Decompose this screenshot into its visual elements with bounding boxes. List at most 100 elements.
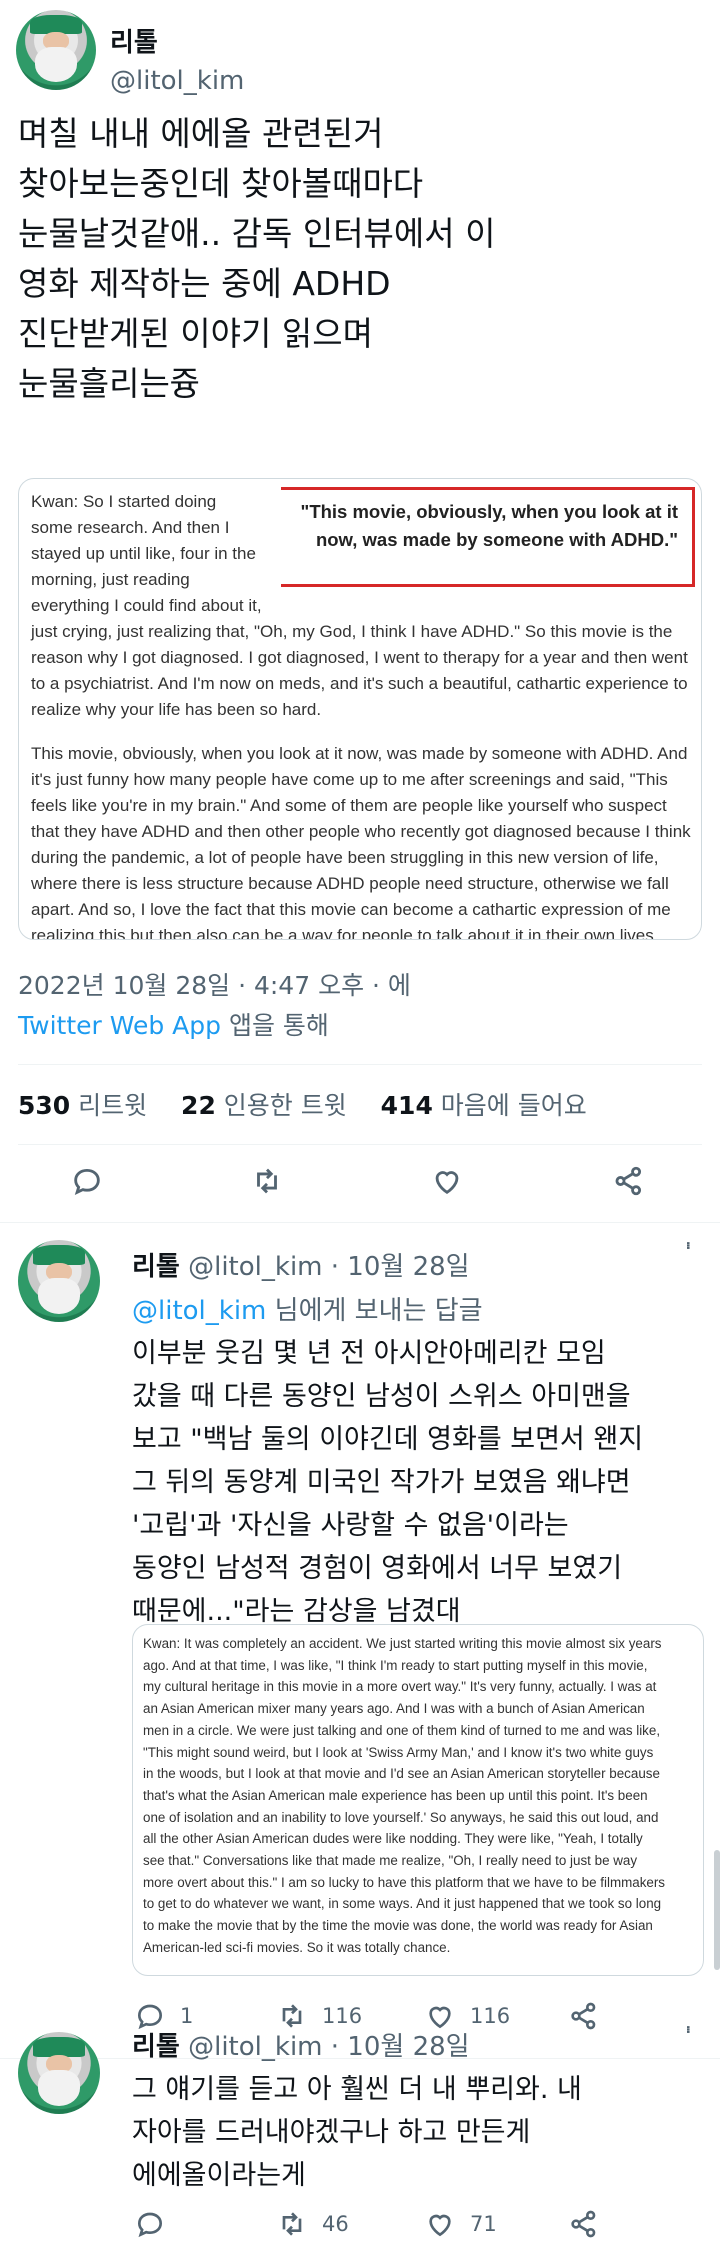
author-handle[interactable]: @litol_kim bbox=[110, 66, 244, 96]
like-count: 116 bbox=[470, 2004, 511, 2028]
image-text-line: feels like you're in my brain." And some… bbox=[31, 796, 667, 815]
share-button[interactable] bbox=[612, 1164, 652, 1204]
reply-image[interactable]: Kwan: It was completely an accident. We … bbox=[132, 1624, 704, 1976]
tweet-source: Twitter Web App 앱을 통해 bbox=[18, 1006, 329, 1042]
tweet-image[interactable]: Kwan: So I started doing some research. … bbox=[18, 478, 702, 940]
reply-text-line: 그 뒤의 동양계 미국인 작가가 보였음 왜냐면 bbox=[132, 1467, 631, 1498]
tweet-text-line: 진단받게된 이야기 읽으며 bbox=[18, 314, 373, 353]
divider bbox=[0, 1222, 720, 1223]
quotes-label: 인용한 트윗 bbox=[215, 1091, 347, 1120]
image-text-line: where there is less structure because AD… bbox=[31, 874, 669, 893]
avatar[interactable] bbox=[18, 2032, 100, 2114]
image-text-line: ago. And at that time, I was like, "I th… bbox=[143, 1657, 648, 1673]
pullquote-text: "This movie, obviously, when you look at… bbox=[300, 501, 678, 550]
scrollbar[interactable] bbox=[714, 1850, 720, 1970]
tweet-text: 며칠 내내 에에올 관련된거 찾아보는중인데 찾아볼때마다 눈물날것같애.. 감… bbox=[18, 110, 708, 410]
reply-header: 리톨 @litol_kim · 10월 28일 bbox=[132, 1246, 470, 1283]
replying-to-suffix: 님에게 보내는 답글 bbox=[266, 1296, 483, 1326]
image-text-line: This movie, obviously, when you look at … bbox=[31, 744, 688, 763]
reply-button[interactable] bbox=[70, 1164, 110, 1204]
avatar-hat bbox=[32, 2036, 86, 2057]
reply-header: 리톨 @litol_kim · 10월 28일 bbox=[132, 2026, 470, 2063]
pullquote-box: "This movie, obviously, when you look at… bbox=[281, 487, 695, 587]
reply-icon bbox=[137, 2212, 163, 2238]
like-button[interactable] bbox=[430, 1164, 470, 1204]
image-text-block: Kwan: It was completely an accident. We … bbox=[143, 1633, 699, 1959]
source-link[interactable]: Twitter Web App bbox=[18, 1011, 221, 1040]
reply-text-line: 자아를 드러내야겠구나 하고 만든게 bbox=[132, 2117, 531, 2148]
author-name[interactable]: 리톨 bbox=[132, 2032, 180, 2062]
retweet-count: 116 bbox=[322, 2004, 363, 2028]
share-button[interactable] bbox=[568, 2000, 600, 2032]
reply-date[interactable]: · 10월 28일 bbox=[323, 2032, 470, 2062]
reply-button[interactable] bbox=[134, 2208, 166, 2240]
replying-to: @litol_kim 님에게 보내는 답글 bbox=[132, 1290, 483, 1327]
retweet-button[interactable]: 46 bbox=[276, 2208, 349, 2240]
like-icon bbox=[429, 2214, 451, 2237]
reply-text-line: 보고 "백남 둘의 이야긴데 영화를 보면서 왠지 bbox=[132, 1424, 644, 1455]
image-text-line: during the pandemic, a lot of people hav… bbox=[31, 848, 659, 867]
tweet-text-line: 찾아보는중인데 찾아볼때마다 bbox=[18, 164, 424, 203]
author-name[interactable]: 리톨 bbox=[132, 1252, 180, 1282]
retweet-button[interactable] bbox=[250, 1164, 290, 1204]
share-icon bbox=[571, 2210, 596, 2238]
image-text-line: more overt about this." I am so lucky to… bbox=[143, 1874, 666, 1890]
image-text-line: American-led sci-fi movies. So it was to… bbox=[143, 1939, 451, 1955]
reply-count: 1 bbox=[180, 2004, 194, 2028]
author-name[interactable]: 리톨 bbox=[110, 22, 158, 59]
likes-stat[interactable]: 414 마음에 들어요 bbox=[381, 1091, 587, 1120]
share-icon bbox=[571, 2002, 596, 2030]
tweet-timestamp[interactable]: 2022년 10월 28일 · 4:47 오후 · 에 bbox=[18, 966, 411, 1002]
image-text-line: to get to do whatever we want, in some w… bbox=[143, 1896, 662, 1912]
avatar-beard bbox=[37, 1277, 81, 1314]
avatar-hat bbox=[30, 14, 82, 34]
image-text-line: apart. And so, I love the fact that this… bbox=[31, 900, 671, 919]
avatar-beard bbox=[37, 2069, 81, 2106]
retweet-count: 46 bbox=[322, 2212, 349, 2236]
tweet-stats: 530 리트윗 22 인용한 트윗 414 마음에 들어요 bbox=[18, 1086, 587, 1122]
avatar[interactable] bbox=[18, 1240, 100, 1322]
like-count: 71 bbox=[470, 2212, 497, 2236]
quotes-stat[interactable]: 22 인용한 트윗 bbox=[181, 1091, 347, 1120]
reply-text: 이부분 웃김 몇 년 전 아시안아메리칸 모임 갔을 때 다른 동양인 남성이 … bbox=[132, 1332, 707, 1633]
image-text-line: to a psychiatrist. And I'm now on meds, … bbox=[31, 674, 688, 693]
image-text-line: it's just funny how many people have com… bbox=[31, 770, 668, 789]
tweet-text-line: 며칠 내내 에에올 관련된거 bbox=[18, 114, 384, 153]
image-text-line: men in a circle. We were just talking an… bbox=[143, 1722, 661, 1738]
divider bbox=[18, 1144, 702, 1145]
image-text-line: an Asian American mixer many years ago. … bbox=[143, 1701, 645, 1717]
image-text-line: everything I could find about it, bbox=[31, 596, 262, 615]
reply-text-line: 동양인 남성적 경험이 영화에서 너무 보였기 bbox=[132, 1553, 623, 1584]
reply-date[interactable]: · 10월 28일 bbox=[323, 1252, 470, 1282]
reply-text-line: 그 얘기를 듣고 아 훨씬 더 내 뿌리와. 내 bbox=[132, 2074, 582, 2105]
share-icon bbox=[615, 1166, 642, 1196]
image-text-line: in the woods, but I look at that movie a… bbox=[143, 1766, 660, 1782]
retweets-label: 리트윗 bbox=[70, 1091, 148, 1120]
like-button[interactable]: 71 bbox=[424, 2208, 497, 2240]
likes-count: 414 bbox=[380, 1091, 433, 1120]
replying-to-handle[interactable]: @litol_kim bbox=[132, 1296, 266, 1326]
source-suffix: 앱을 통해 bbox=[221, 1011, 329, 1040]
reply-text-line: 에에올이라는게 bbox=[132, 2160, 306, 2191]
image-text-line: my cultural heritage in this movie in a … bbox=[143, 1679, 657, 1695]
avatar-hat bbox=[32, 1244, 86, 1265]
reply-text: 그 얘기를 듣고 아 훨씬 더 내 뿌리와. 내 자아를 드러내야겠구나 하고 … bbox=[132, 2068, 707, 2197]
reply-text-line: '고립'과 '자신을 사랑할 수 없음'이라는 bbox=[132, 1510, 569, 1541]
more-icon[interactable]: ··· bbox=[676, 1240, 700, 1247]
tweet-text-line: 눈물흘리는즁 bbox=[18, 364, 201, 403]
reply-text-line: 이부분 웃김 몇 년 전 아시안아메리칸 모임 bbox=[132, 1338, 606, 1369]
image-text-line: just crying, just realizing that, "Oh, m… bbox=[31, 622, 673, 641]
avatar-beard bbox=[35, 46, 77, 82]
image-text-line: all the other Asian American dudes were … bbox=[143, 1831, 643, 1847]
share-button[interactable] bbox=[568, 2208, 600, 2240]
more-icon[interactable]: ··· bbox=[676, 2024, 700, 2031]
author-handle[interactable]: @litol_kim bbox=[188, 1252, 322, 1282]
image-text-line: "This might sound weird, but I look at '… bbox=[143, 1744, 654, 1760]
retweets-stat[interactable]: 530 리트윗 bbox=[18, 1091, 147, 1120]
quotes-count: 22 bbox=[181, 1091, 216, 1120]
reply-text-line: 갔을 때 다른 동양인 남성이 스위스 아미맨을 bbox=[132, 1381, 631, 1412]
tweet-text-line: 영화 제작하는 중에 ADHD bbox=[18, 264, 391, 303]
image-text-line: realizing this but then also can be a wa… bbox=[31, 926, 659, 940]
author-handle[interactable]: @litol_kim bbox=[188, 2032, 322, 2062]
avatar[interactable] bbox=[16, 10, 96, 90]
